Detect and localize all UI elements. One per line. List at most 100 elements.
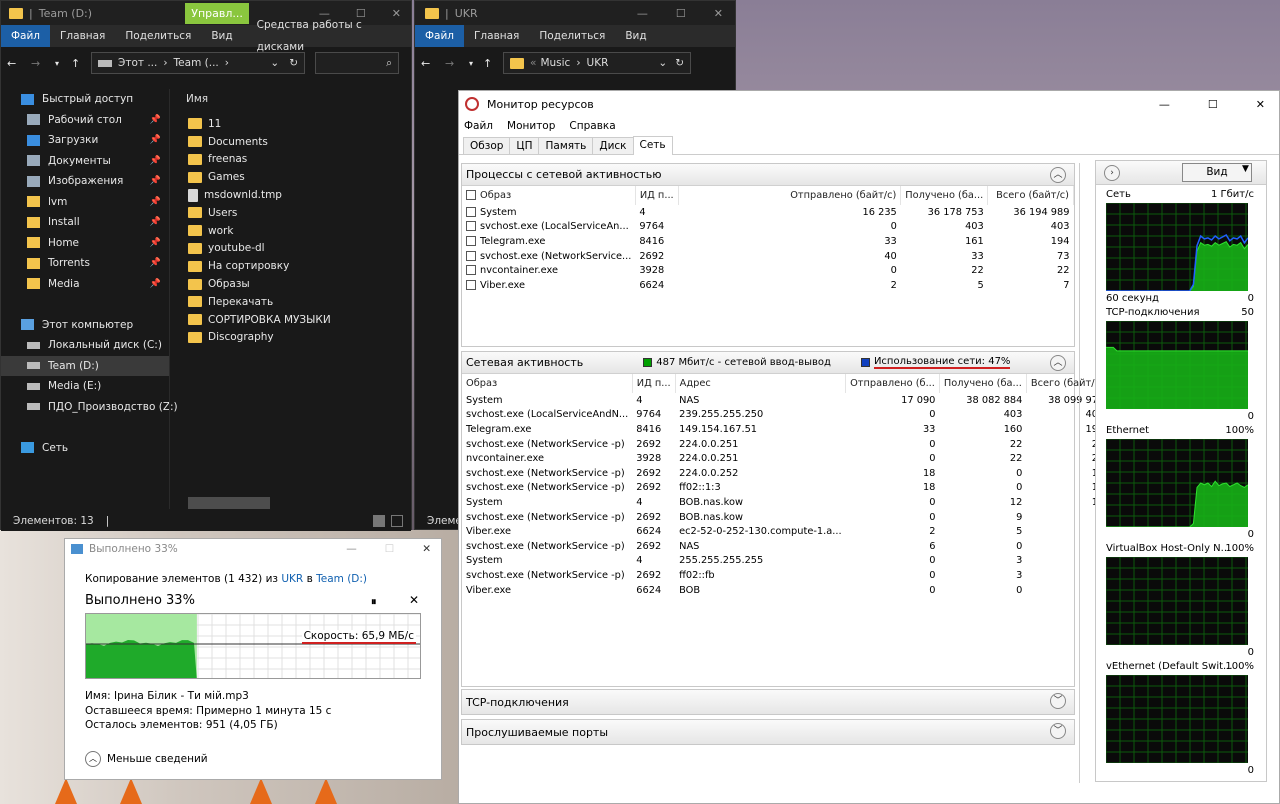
- breadcrumb-team[interactable]: Team (...: [174, 57, 219, 69]
- maximize-button[interactable]: ☐: [676, 7, 686, 20]
- ribbon-tab[interactable]: Вид: [615, 25, 656, 47]
- ribbon-tab[interactable]: Главная: [464, 25, 529, 47]
- file-item[interactable]: 11: [188, 115, 411, 133]
- tiles-view-icon[interactable]: [391, 515, 403, 527]
- tab[interactable]: Диск: [592, 137, 634, 154]
- column-header[interactable]: ИД п...: [632, 374, 676, 393]
- context-tab[interactable]: Управл...: [185, 2, 249, 24]
- breadcrumb-this-pc[interactable]: Этот ...: [118, 57, 157, 69]
- minimize-button[interactable]: —: [637, 7, 648, 20]
- file-item[interactable]: Users: [188, 204, 411, 222]
- table-row[interactable]: svchost.exe (LocalServiceAndN... 9764 239.…: [462, 408, 1108, 423]
- minimize-button[interactable]: —: [346, 543, 357, 555]
- forward-icon[interactable]: →: [445, 57, 465, 70]
- pin-icon[interactable]: 📌: [150, 135, 161, 145]
- table-row[interactable]: System4BOB.nas.kow01212: [462, 495, 1108, 510]
- nav-item[interactable]: Media 📌: [1, 274, 169, 295]
- minimize-button[interactable]: —: [1159, 98, 1170, 111]
- table-row[interactable]: svchost.exe (NetworkService -p) 2692 BOB.n…: [462, 510, 1108, 525]
- column-header[interactable]: Образ: [462, 374, 633, 393]
- pin-icon[interactable]: 📌: [150, 197, 161, 207]
- close-button[interactable]: ✕: [1256, 98, 1265, 111]
- horizontal-scrollbar[interactable]: [188, 497, 270, 509]
- pin-icon[interactable]: 📌: [150, 279, 161, 289]
- file-item[interactable]: msdownld.tmp: [188, 186, 411, 204]
- column-header[interactable]: Образ: [462, 186, 636, 205]
- table-row[interactable]: nvcontainer.exe3928224.0.0.25102222: [462, 451, 1108, 466]
- tcp-section[interactable]: TCP-подключения ﹀: [461, 689, 1075, 715]
- table-row[interactable]: Viber.exe 6624 ec2-52-0-252-130.compute-1.…: [462, 524, 1108, 539]
- row-checkbox[interactable]: [466, 279, 476, 290]
- menu-item[interactable]: Монитор: [507, 120, 555, 132]
- column-header[interactable]: Всего (байт/с): [987, 186, 1074, 205]
- expand-icon[interactable]: ﹀: [1050, 723, 1066, 739]
- pin-icon[interactable]: 📌: [150, 156, 161, 166]
- table-row[interactable]: svchost.exe (NetworkService -p) 2692 ff02:…: [462, 481, 1108, 496]
- refresh-icon[interactable]: ↻: [675, 57, 684, 69]
- back-icon[interactable]: ←: [421, 57, 441, 70]
- nav-item[interactable]: Torrents 📌: [1, 253, 169, 274]
- chevron-down-icon[interactable]: ▾: [55, 59, 67, 68]
- table-row[interactable]: svchost.exe (NetworkService -p) 2692 ff02:…: [462, 568, 1108, 583]
- row-checkbox[interactable]: [466, 265, 476, 276]
- table-row[interactable]: Telegram.exe8416149.154.167.5133160194: [462, 422, 1108, 437]
- file-item[interactable]: youtube-dl: [188, 240, 411, 258]
- refresh-icon[interactable]: ↻: [289, 57, 298, 69]
- menu-item[interactable]: Справка: [569, 120, 615, 132]
- table-row[interactable]: nvcontainer.exe 3928 0 22 22: [462, 263, 1074, 278]
- file-item[interactable]: Documents: [188, 133, 411, 151]
- breadcrumb-music[interactable]: Music: [540, 57, 570, 69]
- search-input[interactable]: ⌕: [315, 52, 399, 74]
- chevron-down-icon[interactable]: ▼: [1242, 164, 1252, 174]
- nav-item[interactable]: Media (E:): [1, 376, 169, 397]
- nav-item[interactable]: Team (D:): [1, 355, 169, 376]
- table-row[interactable]: System 4 NAS 17 090 38 082 884 38 099 974: [462, 393, 1108, 408]
- chevron-down-icon[interactable]: ▾: [469, 59, 479, 68]
- nav-item[interactable]: Изображения 📌: [1, 171, 169, 192]
- column-header[interactable]: Отправлено (байт/с): [678, 186, 902, 205]
- table-row[interactable]: Telegram.exe 8416 33 161 194: [462, 234, 1074, 249]
- ribbon-tab[interactable]: Вид: [201, 25, 242, 47]
- fewer-details-button[interactable]: ︿ Меньше сведений: [85, 751, 208, 767]
- listening-ports-section[interactable]: Прослушиваемые порты ﹀: [461, 719, 1075, 745]
- tab[interactable]: Обзор: [463, 137, 511, 154]
- details-view-icon[interactable]: [373, 515, 385, 527]
- table-row[interactable]: svchost.exe (NetworkService... 2692 40 33 73: [462, 249, 1074, 264]
- column-header[interactable]: Получено (ба...: [900, 186, 989, 205]
- chevron-down-icon[interactable]: ⌄: [658, 57, 667, 69]
- nav-item[interactable]: Локальный диск (C:): [1, 335, 169, 356]
- column-header[interactable]: Адрес: [675, 374, 847, 393]
- file-item[interactable]: work: [188, 222, 411, 240]
- cancel-button[interactable]: ✕: [409, 593, 419, 607]
- table-row[interactable]: Viber.exe6624BOB000: [462, 583, 1108, 598]
- maximize-button[interactable]: ☐: [385, 543, 394, 555]
- section-header[interactable]: Процессы с сетевой активностью ︿: [462, 164, 1074, 186]
- menu-item[interactable]: Файл: [464, 120, 493, 132]
- splitter[interactable]: [1079, 163, 1080, 783]
- column-header[interactable]: Отправлено (б...: [845, 374, 940, 393]
- pin-icon[interactable]: 📌: [150, 258, 161, 268]
- maximize-button[interactable]: ☐: [1208, 98, 1218, 111]
- nav-item[interactable]: Сеть: [1, 438, 169, 459]
- tab[interactable]: ЦП: [509, 137, 540, 154]
- back-icon[interactable]: ←: [7, 57, 27, 70]
- close-button[interactable]: ✕: [714, 7, 723, 20]
- file-item[interactable]: Discography: [188, 329, 411, 347]
- nav-item[interactable]: Загрузки 📌: [1, 130, 169, 151]
- table-row[interactable]: svchost.exe (NetworkService -p) 2692 NAS 6 0…: [462, 539, 1108, 554]
- row-checkbox[interactable]: [466, 221, 476, 232]
- destination-link[interactable]: Team (D:): [316, 573, 367, 585]
- file-item[interactable]: Образы: [188, 275, 411, 293]
- table-row[interactable]: svchost.exe (NetworkService -p) 2692 224.0…: [462, 466, 1108, 481]
- file-item[interactable]: freenas: [188, 151, 411, 169]
- nav-item[interactable]: Рабочий стол 📌: [1, 110, 169, 131]
- column-header[interactable]: ИД п...: [635, 186, 679, 205]
- table-row[interactable]: Viber.exe 6624 2 5 7: [462, 278, 1074, 293]
- collapse-icon[interactable]: ︿: [1050, 355, 1066, 371]
- pin-icon[interactable]: 📌: [150, 176, 161, 186]
- expand-icon[interactable]: ﹀: [1050, 693, 1066, 709]
- forward-icon[interactable]: →: [31, 57, 51, 70]
- table-row[interactable]: System4255.255.255.255033: [462, 554, 1108, 569]
- table-row[interactable]: svchost.exe (LocalServiceAn... 9764 0 403 40…: [462, 220, 1074, 235]
- column-header-name[interactable]: Имя: [170, 89, 411, 109]
